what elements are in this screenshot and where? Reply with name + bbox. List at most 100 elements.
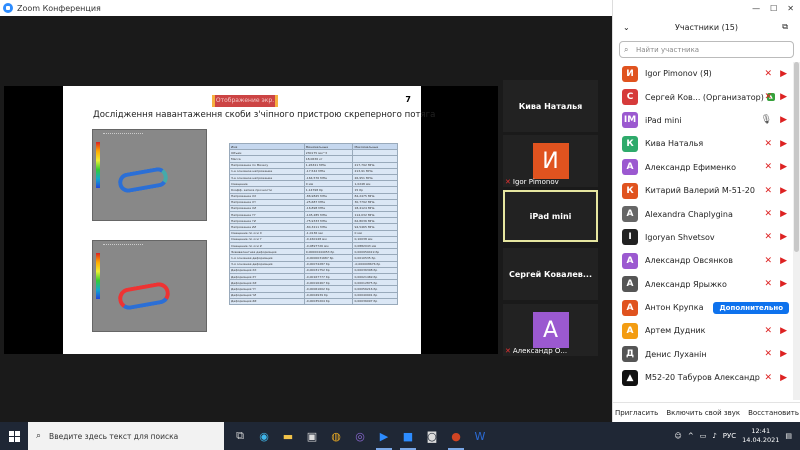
participant-row[interactable]: ▲ М52-20 Табуров Александр ✕ ▶ <box>613 366 793 389</box>
zoom-window: Zoom Конференция Дослідження навантаженн… <box>0 0 800 422</box>
participant-name: Igor Pimonov (Я) <box>645 69 712 79</box>
participant-name: Артем Дудник <box>645 326 706 336</box>
chevron-down-icon[interactable]: ⌄ <box>623 23 630 32</box>
video-off-icon: ▶ <box>780 68 787 79</box>
task-view-icon[interactable]: ⧉ <box>228 422 252 450</box>
participants-footer-button[interactable]: Включить свой звук <box>666 409 740 417</box>
clock[interactable]: 12:41 14.04.2021 <box>742 427 779 445</box>
muted-mic-icon: ✕ <box>764 138 773 149</box>
video-tile[interactable]: iPad mini <box>503 190 598 242</box>
participant-name: Сергей Ков... (Организатор) <box>645 92 764 102</box>
participant-avatar: К <box>622 182 638 199</box>
zoom-app-icon[interactable]: ▶ <box>372 422 396 450</box>
participants-footer-button[interactable]: Пригласить <box>615 409 658 417</box>
table-cell: -0,00035204 бр <box>303 297 354 305</box>
video-off-icon: ▶ <box>780 138 787 149</box>
participant-row[interactable]: С Сергей Ков... (Организатор) ▲ ✕ ▶ <box>613 85 793 108</box>
word-icon[interactable]: W <box>468 422 492 450</box>
video-off-icon: ▶ <box>780 115 787 126</box>
cad-stress-image-2 <box>92 240 207 332</box>
video-tile[interactable]: Сергей Ковалев... <box>503 248 598 300</box>
participant-row[interactable]: А Артем Дудник ✕ ▶ <box>613 319 793 342</box>
participant-name: Антон Крупка <box>645 303 704 313</box>
participant-search-input[interactable]: ⌕ Найти участника <box>619 41 794 58</box>
participant-avatar: С <box>622 89 638 106</box>
muted-mic-icon: ✕ <box>764 209 773 220</box>
participant-avatar: A <box>622 206 638 223</box>
table-row: Деформация ZZ -0,00035204 бр 0,00036097 бр <box>229 297 398 305</box>
video-off-icon: ▶ <box>780 92 787 103</box>
participants-list: И Igor Pimonov (Я) ✕ ▶ С Сергей Ков... (Орган… <box>613 62 793 389</box>
participant-avatar: А <box>622 299 638 316</box>
participant-row[interactable]: IM iPad mini 🎙 ▶ <box>613 109 793 132</box>
participant-row[interactable]: К Китарий Валерий М-51-20 ✕ ▶ <box>613 179 793 202</box>
video-off-icon: ▶ <box>780 279 787 290</box>
muted-mic-icon: ✕ <box>764 162 773 173</box>
tile-avatar: И <box>532 143 569 179</box>
video-off-icon: ▶ <box>780 162 787 173</box>
color-scale-legend <box>96 142 100 188</box>
zoom-meeting-icon[interactable]: ■ <box>396 422 420 450</box>
participant-row[interactable]: A Alexandra Chaplygina ✕ ▶ <box>613 202 793 225</box>
bracket-model <box>116 280 172 312</box>
participants-footer-button[interactable]: Восстановить <box>748 409 799 417</box>
more-options-button[interactable]: Дополнительно <box>713 301 789 314</box>
video-off-icon: ▶ <box>780 255 787 266</box>
people-icon[interactable]: ☺ <box>675 432 682 440</box>
video-off-icon: ▶ <box>780 209 787 220</box>
network-icon[interactable]: ▭ <box>700 432 707 440</box>
participant-row[interactable]: I Igoryan Shvetsov ✕ ▶ <box>613 226 793 249</box>
file-explorer-icon[interactable]: ▬ <box>276 422 300 450</box>
minimize-icon[interactable]: — <box>752 4 760 13</box>
window-title: Zoom Конференция <box>17 3 101 13</box>
viber-icon[interactable]: ◎ <box>348 422 372 450</box>
results-table: Имя Минимальные Максимальные Объем 230175 мм… <box>229 142 398 305</box>
start-button[interactable] <box>0 422 28 450</box>
participant-avatar: I <box>622 229 638 246</box>
camera-icon[interactable]: ◙ <box>420 422 444 450</box>
muted-mic-icon: ✕ <box>764 232 773 243</box>
participant-name: Кива Наталья <box>645 139 704 149</box>
volume-icon[interactable]: ♪ <box>712 432 716 440</box>
participant-name: М52-20 Табуров Александр <box>645 373 760 383</box>
participant-row[interactable]: А Антон Крупка Дополнительно <box>613 296 793 319</box>
participant-row[interactable]: А Александр Ярыжко ✕ ▶ <box>613 273 793 296</box>
table-cell: 0,00036097 бр <box>352 297 398 305</box>
participant-row[interactable]: К Кива Наталья ✕ ▶ <box>613 132 793 155</box>
edge-browser-icon[interactable]: ◉ <box>252 422 276 450</box>
share-indicator-badge[interactable]: Отображение экр. <box>212 95 278 107</box>
participant-name: iPad mini <box>645 115 682 125</box>
video-tile[interactable]: И ✕ Igor Pimonov <box>503 135 598 187</box>
popout-icon[interactable]: ⧉ <box>782 22 788 32</box>
search-icon: ⌕ <box>36 431 42 441</box>
slide-page-number: 7 <box>405 95 411 104</box>
muted-mic-icon: ✕ <box>505 178 511 186</box>
participant-avatar: И <box>622 65 638 82</box>
store-icon[interactable]: ▣ <box>300 422 324 450</box>
participant-row[interactable]: А Александр Ефименко ✕ ▶ <box>613 156 793 179</box>
maximize-icon[interactable]: ☐ <box>770 4 777 13</box>
muted-mic-icon: ✕ <box>505 347 511 355</box>
participant-row[interactable]: А Александр Овсянков ✕ ▶ <box>613 249 793 272</box>
participants-footer: Пригласить Включить свой звук Восстановить <box>613 402 800 422</box>
participant-row[interactable]: Д Денис Луханін ✕ ▶ <box>613 343 793 366</box>
powerpoint-icon[interactable]: ● <box>444 422 468 450</box>
windows-taskbar: ⌕ Введите здесь текст для поиска ⧉ ◉ ▬ ▣… <box>0 422 800 450</box>
chrome-icon[interactable]: ◍ <box>324 422 348 450</box>
participant-row[interactable]: И Igor Pimonov (Я) ✕ ▶ <box>613 62 793 85</box>
video-off-icon: ▶ <box>780 185 787 196</box>
show-hidden-icons-icon[interactable]: ^ <box>688 432 694 440</box>
participants-scrollbar[interactable] <box>793 62 800 400</box>
video-tile[interactable]: Кива Наталья <box>503 80 598 132</box>
participant-avatar: А <box>622 159 638 176</box>
language-indicator[interactable]: РУС <box>723 432 736 440</box>
participant-name: Александр Ефименко <box>645 162 737 172</box>
taskbar-search-box[interactable]: ⌕ Введите здесь текст для поиска <box>28 422 224 450</box>
notifications-icon[interactable]: ▤ <box>785 432 792 440</box>
participant-name: Денис Луханін <box>645 349 707 359</box>
video-tile[interactable]: А ✕ Александр О... <box>503 304 598 356</box>
close-icon[interactable]: ✕ <box>787 4 794 13</box>
muted-mic-icon: ✕ <box>764 255 773 266</box>
window-controls: — ☐ ✕ <box>613 0 800 16</box>
zoom-logo-icon <box>3 3 13 13</box>
